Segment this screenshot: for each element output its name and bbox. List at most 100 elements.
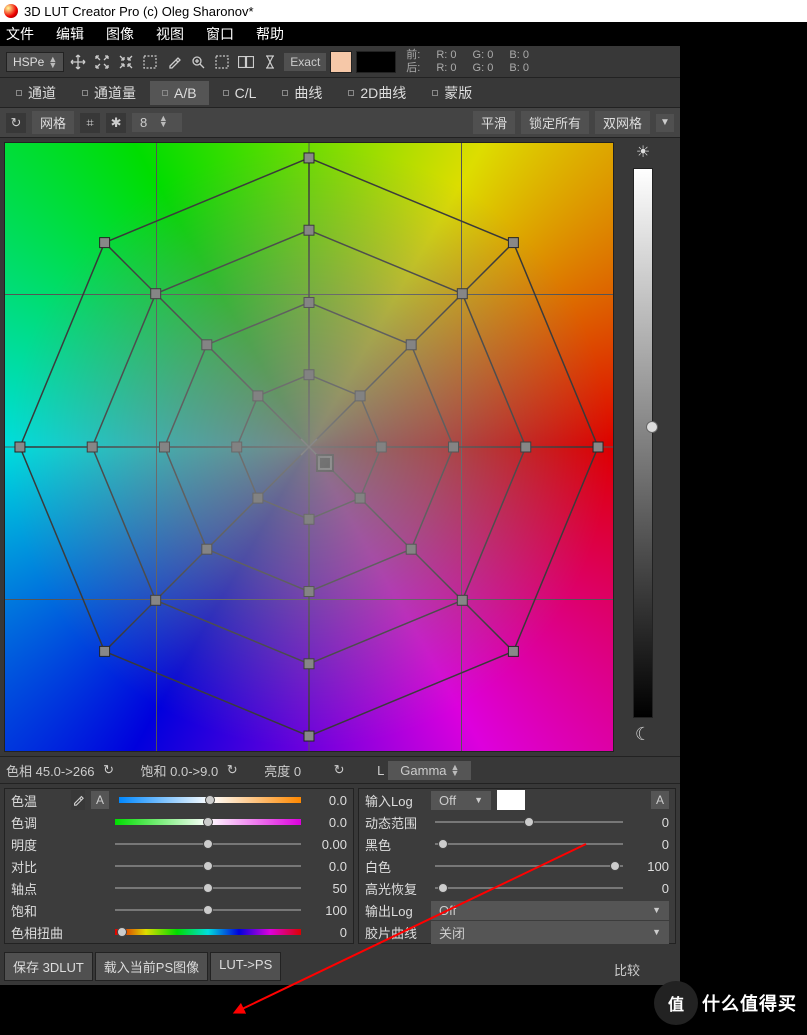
contrast-label: 对比 [11,857,65,876]
inputlog-label: 输入Log [365,791,425,810]
tab-channelvol[interactable]: 通道量 [70,81,148,105]
film-label: 胶片曲线 [365,923,425,942]
menu-window[interactable]: 窗口 [206,24,234,44]
pivot-value: 50 [311,881,347,896]
sat-value: 100 [311,903,347,918]
tab-mask[interactable]: 蒙版 [420,81,484,105]
mode-selector[interactable]: HSPe ▲▼ [6,52,64,72]
inputlog-select[interactable]: Off▼ [431,791,491,810]
action-row: 保存 3DLUT 载入当前PS图像 LUT->PS [0,948,680,985]
pivot-slider[interactable] [115,887,301,889]
dynamic-value: 0 [633,815,669,830]
load-ps-image-button[interactable]: 载入当前PS图像 [95,952,208,981]
select-rect-icon[interactable] [212,52,232,72]
color-wheel[interactable] [4,142,614,752]
sun-icon[interactable]: ☀ [636,142,650,162]
bottom-panels: 色温 A 0.0 色调 0.0 明度 0.00 对比 0. [0,784,680,948]
white-swatch[interactable] [497,790,525,810]
gamma-selector[interactable]: Gamma ▲▼ [388,761,471,780]
refresh-icon[interactable]: ↻ [6,113,26,133]
wheel-row: ☀ ☾ [0,138,680,756]
save-3dlut-button[interactable]: 保存 3DLUT [4,952,93,981]
contract-tool-icon[interactable] [116,52,136,72]
huewarp-label: 色相扭曲 [11,923,71,942]
brightness-knob[interactable] [646,421,658,433]
lockall-button[interactable]: 锁定所有 [521,111,589,134]
hourglass-icon[interactable] [260,52,280,72]
tint-value: 0.0 [311,815,347,830]
compare-label[interactable]: 比较 [614,960,640,979]
tab-channel[interactable]: 通道 [4,81,68,105]
l-label: L [377,763,384,778]
tab-curves[interactable]: 曲线 [270,81,334,105]
film-select[interactable]: 关闭▼ [431,921,669,944]
sat-label: 饱和 [11,901,65,920]
status-row: 色相 45.0->266 ↻ 饱和 0.0->9.0 ↻ 亮度 0 ↻ L Ga… [0,756,680,784]
tint-slider[interactable] [115,819,301,825]
watermark: 值 什么值得买 [654,981,797,1025]
moon-icon[interactable]: ☾ [635,724,651,745]
window-titlebar: 3D LUT Creator Pro (c) Oleg Sharonov* [0,0,807,22]
black-label: 黑色 [365,835,425,854]
highlight-slider[interactable] [435,887,623,889]
expand-tool-icon[interactable] [92,52,112,72]
brightness-strip: ☀ ☾ [618,138,668,756]
screen-split-icon[interactable] [236,52,256,72]
background-swatch[interactable] [356,51,396,73]
grid-label-button[interactable]: 网格 [32,111,74,134]
watermark-circle: 值 [654,981,698,1025]
smooth-button[interactable]: 平滑 [473,111,515,134]
top-toolbar: HSPe ▲▼ [0,46,680,78]
brightness-slider[interactable] [633,168,653,718]
zoom-tool-icon[interactable] [188,52,208,72]
contrast-slider[interactable] [115,865,301,867]
refresh-hue-icon[interactable]: ↻ [99,760,119,780]
menu-image[interactable]: 图像 [106,24,134,44]
grid-hash-icon[interactable]: ⌗ [80,113,100,133]
menu-edit[interactable]: 编辑 [56,24,84,44]
lut-to-ps-button[interactable]: LUT->PS [210,952,281,981]
menu-help[interactable]: 帮助 [256,24,284,44]
menu-file[interactable]: 文件 [6,24,34,44]
huewarp-slider[interactable] [115,929,301,935]
refresh-lum-icon[interactable]: ↻ [329,760,349,780]
tab-cl[interactable]: C/L [211,81,269,105]
watermark-text: 什么值得买 [702,990,797,1016]
move-tool-icon[interactable] [68,52,88,72]
contrast-value: 0.0 [311,859,347,874]
a-button-temp[interactable]: A [91,791,109,809]
eyedropper-temp-icon[interactable] [71,790,85,810]
tab-2dcurves[interactable]: 2D曲线 [336,81,418,105]
menu-view[interactable]: 视图 [156,24,184,44]
black-slider[interactable] [435,843,623,845]
caret-icon: ▲▼ [48,56,57,68]
marquee-tool-icon[interactable] [140,52,160,72]
temp-slider[interactable] [119,797,301,803]
grid-count[interactable]: 8 ▲▼ [132,113,182,132]
exact-button[interactable]: Exact [284,53,326,71]
outputlog-select[interactable]: Off▼ [431,901,669,920]
back-label: 后: [406,62,420,75]
outputlog-label: 输出Log [365,901,425,920]
dualgrid-button[interactable]: 双网格 [595,111,650,134]
dynamic-label: 动态范围 [365,813,425,832]
hue-readout: 色相 45.0->266 [6,761,95,780]
dropdown-icon[interactable]: ▼ [656,114,674,132]
white-value: 100 [633,859,669,874]
left-panel: 色温 A 0.0 色调 0.0 明度 0.00 对比 0. [4,788,354,944]
bright-value: 0.00 [311,837,347,852]
grid-svg [5,143,613,751]
a-button-right[interactable]: A [651,791,669,809]
bright-slider[interactable] [115,843,301,845]
sat-readout: 饱和 0.0->9.0 [141,761,219,780]
highlight-value: 0 [633,881,669,896]
dynamic-slider[interactable] [435,821,623,823]
tab-ab[interactable]: A/B [150,81,209,105]
sat-slider[interactable] [115,909,301,911]
white-slider[interactable] [435,865,623,867]
grid-hex-icon[interactable]: ✱ [106,113,126,133]
refresh-sat-icon[interactable]: ↻ [222,760,242,780]
app-icon [4,4,18,18]
foreground-swatch[interactable] [330,51,352,73]
eyedropper-tool-icon[interactable] [164,52,184,72]
